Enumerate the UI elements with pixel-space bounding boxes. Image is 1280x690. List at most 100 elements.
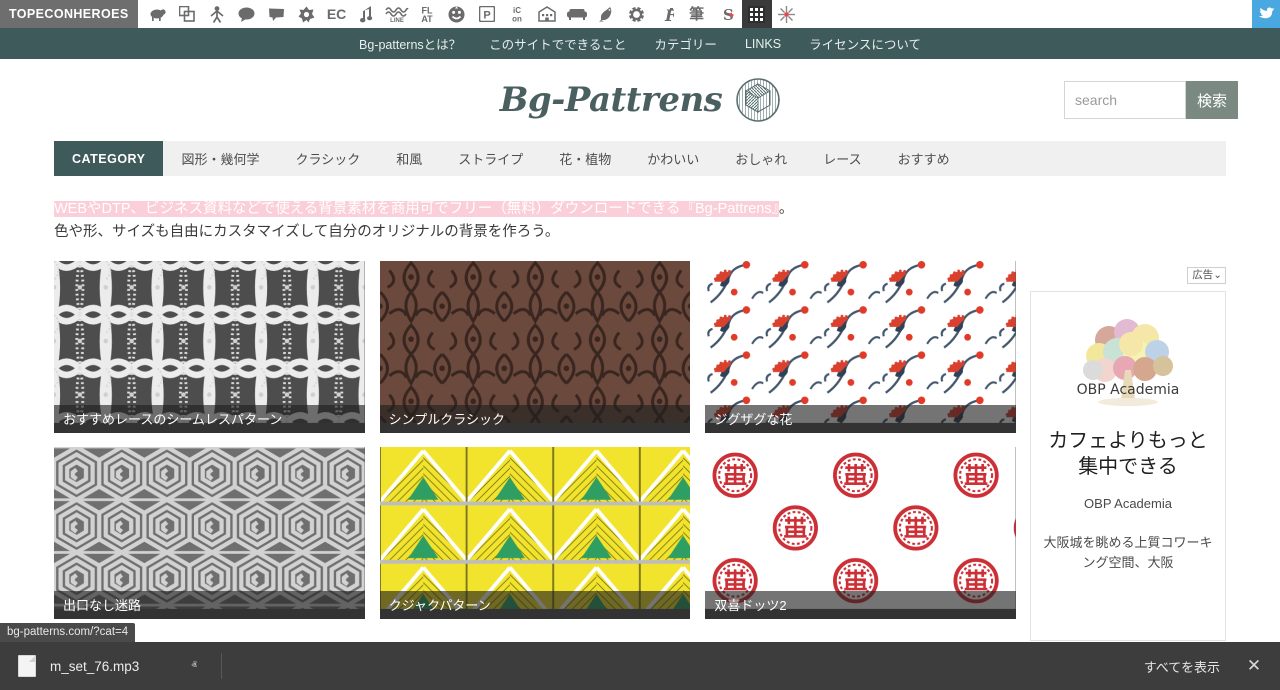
nav-item-license[interactable]: ライセンスについて	[809, 34, 921, 53]
category-item-floral[interactable]: 花・植物	[541, 141, 629, 176]
category-item-classic[interactable]: クラシック	[277, 141, 378, 176]
svg-text:LINE: LINE	[390, 18, 404, 23]
download-item[interactable]: m_set_76.mp3 ⱏ	[10, 648, 203, 684]
category-item-geometric[interactable]: 図形・幾何学	[163, 141, 277, 176]
svg-text:on: on	[512, 15, 522, 24]
s-letter-icon[interactable]: S	[712, 0, 742, 28]
pattern-card-caption: 双喜ドッツ2	[705, 590, 1016, 619]
site-header: Bg-Pattrens search 検索	[0, 59, 1280, 141]
description-line-1: WEBやDTP、ビジネス資料などで使える背景素材を商用可でフリー（無料）ダウンロ…	[54, 198, 1226, 221]
nav-item-category[interactable]: カテゴリー	[654, 34, 717, 53]
site-logo-text: Bg-Pattrens	[499, 80, 723, 120]
ad-disclosure-label: 広告	[1192, 268, 1214, 281]
brush-icon[interactable]: 筆	[682, 0, 712, 28]
global-nav: Bg-patternsとは？ このサイトでできること カテゴリー LINKS ラ…	[0, 28, 1280, 59]
pattern-card-floral[interactable]: ジグザグな花	[705, 260, 1016, 433]
nav-item-features[interactable]: このサイトでできること	[489, 34, 626, 53]
category-bar: CATEGORY 図形・幾何学 クラシック 和風 ストライプ 花・植物 かわいい…	[54, 141, 1226, 176]
category-item-stylish[interactable]: おしゃれ	[717, 141, 805, 176]
callout-icon[interactable]	[262, 0, 292, 28]
ec-icon-label: EC	[326, 6, 347, 22]
category-item-cute[interactable]: かわいい	[629, 141, 717, 176]
category-item-lace[interactable]: レース	[805, 141, 879, 176]
bird-icon[interactable]	[592, 0, 622, 28]
topeconheroes-logo[interactable]: TOPECONHEROES	[0, 0, 138, 28]
search-button[interactable]: 検索	[1186, 81, 1238, 119]
status-bar-url: bg-patterns.com/?cat=4	[0, 623, 136, 642]
close-icon[interactable]: ✕	[1240, 652, 1268, 680]
download-shelf: m_set_76.mp3 ⱏ すべてを表示 ✕	[0, 642, 1280, 690]
audio-file-icon	[18, 655, 36, 677]
content-area: おすすめレースのシームレスパターン シンプルクラシック ジグザグな花 出口なし迷…	[54, 260, 1226, 641]
ad-column: 広告⌄ OBP Academia カフェよりもっと集中できる OBP Acade…	[1030, 261, 1226, 641]
svg-text:P: P	[483, 10, 490, 22]
pattern-card-peacock[interactable]: クジャクパターン	[379, 446, 691, 619]
line-icon[interactable]: LINE	[382, 0, 412, 28]
sheep-icon[interactable]	[142, 0, 172, 28]
pattern-card-lace[interactable]: おすすめレースのシームレスパターン	[54, 260, 365, 433]
pattern-card-classic[interactable]: シンプルクラシック	[379, 260, 691, 433]
description-line-2: 色や形、サイズも自由にカスタマイズして自分のオリジナルの背景を作ろう。	[54, 224, 560, 241]
topecon-icon-list: EC LINE FLAT P iCon F	[138, 0, 1252, 28]
pattern-thumbnail-dots	[705, 446, 1016, 609]
description-highlighted-text: WEBやDTP、ビジネス資料などで使える背景素材を商用可でフリー（無料）ダウンロ…	[54, 201, 779, 217]
pattern-card-dots[interactable]: 双喜ドッツ2	[705, 446, 1016, 619]
category-bar-label: CATEGORY	[54, 141, 164, 176]
sofa-icon[interactable]	[562, 0, 592, 28]
parking-p-icon[interactable]: P	[472, 0, 502, 28]
nav-item-about[interactable]: Bg-patternsとは？	[359, 34, 461, 53]
site-description: WEBやDTP、ビジネス資料などで使える背景素材を商用可でフリー（無料）ダウンロ…	[54, 198, 1226, 245]
flat-icon[interactable]: FL AT	[412, 0, 442, 28]
pattern-thumbnail-classic	[379, 260, 691, 423]
grid-pattern-icon[interactable]	[741, 0, 772, 28]
brush-icon-label: 筆	[689, 5, 705, 23]
chevron-down-icon: ⌄	[1213, 268, 1222, 281]
search-input[interactable]	[1064, 81, 1186, 119]
sparkle-icon[interactable]	[772, 0, 802, 28]
category-item-japanese[interactable]: 和風	[378, 141, 440, 176]
ad-headline: カフェよりもっと集中できる	[1048, 429, 1208, 478]
svg-text:OBP Academia: OBP Academia	[1077, 382, 1180, 398]
description-line1-tail: 。	[778, 201, 794, 217]
speech-bubble-icon[interactable]	[232, 0, 262, 28]
pattern-thumbnail-lace	[54, 260, 365, 423]
music-note-icon[interactable]	[352, 0, 382, 28]
ad-creative[interactable]: OBP Academia カフェよりもっと集中できる OBP Academia …	[1030, 290, 1226, 641]
shelf-divider	[220, 653, 222, 679]
ad-body-text: 大阪城を眺める上質コワーキング空間、大阪	[1043, 534, 1213, 571]
building-icon[interactable]	[532, 0, 562, 28]
flower-icon[interactable]	[292, 0, 322, 28]
twitter-icon[interactable]	[1252, 0, 1280, 28]
smiley-icon[interactable]	[442, 0, 472, 28]
topecon-toolbar: TOPECONHEROES EC LINE FL AT P iC on 筆 S	[0, 0, 1280, 28]
shelf-actions: すべてを表示 ✕	[1130, 650, 1280, 683]
icon-icon[interactable]: iC on	[502, 0, 532, 28]
ad-disclosure-badge[interactable]: 広告⌄	[1187, 266, 1226, 285]
pattern-card-caption: ジグザグな花	[705, 404, 1016, 433]
pattern-card-caption: 出口なし迷路	[54, 590, 365, 619]
pattern-thumbnail-floral	[705, 260, 1016, 423]
gear-icon[interactable]	[622, 0, 652, 28]
svg-text:AT: AT	[421, 14, 433, 23]
person-icon[interactable]	[202, 0, 232, 28]
obp-academia-tree-logo: OBP Academia	[1077, 318, 1180, 406]
search-area: 検索	[1064, 81, 1238, 119]
category-item-stripe[interactable]: ストライプ	[440, 141, 541, 176]
pattern-grid: おすすめレースのシームレスパターン シンプルクラシック ジグザグな花 出口なし迷…	[54, 260, 1016, 619]
f-letter-icon[interactable]: F	[652, 0, 682, 28]
copy-icon[interactable]	[172, 0, 202, 28]
pattern-card-caption: クジャクパターン	[379, 590, 691, 619]
hex-cube-icon	[736, 78, 781, 122]
pattern-card-maze[interactable]: 出口なし迷路	[54, 446, 365, 619]
ad-advertiser: OBP Academia	[1084, 495, 1172, 511]
download-file-name: m_set_76.mp3	[50, 658, 140, 674]
pattern-thumbnail-peacock	[379, 446, 691, 609]
nav-item-links[interactable]: LINKS	[745, 37, 781, 51]
pattern-card-caption: シンプルクラシック	[379, 404, 691, 433]
show-all-downloads-button[interactable]: すべてを表示	[1130, 650, 1234, 683]
category-item-recommended[interactable]: おすすめ	[880, 141, 968, 176]
chevron-up-icon[interactable]: ⱏ	[191, 660, 196, 673]
pattern-thumbnail-maze	[54, 446, 365, 609]
ec-icon[interactable]: EC	[322, 0, 352, 28]
site-logo[interactable]: Bg-Pattrens	[500, 78, 781, 122]
